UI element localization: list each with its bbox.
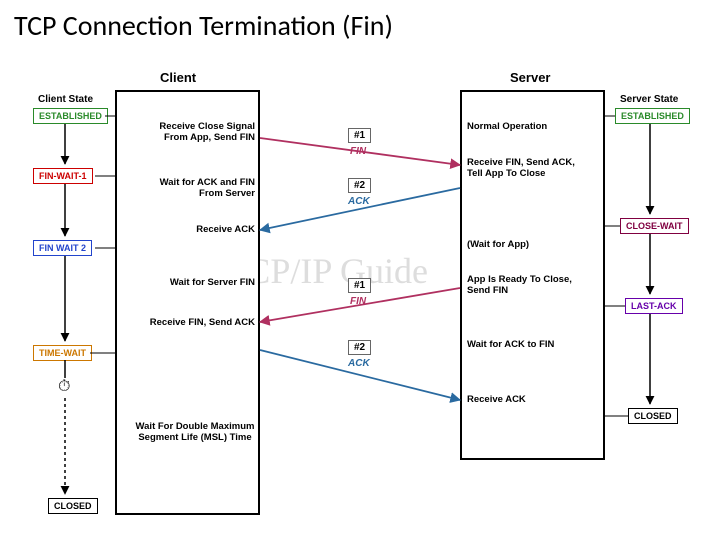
client-evt-2: Wait for ACK and FIN From Server: [135, 178, 255, 200]
clock-icon: ⏱: [58, 378, 70, 396]
client-evt-6: Wait For Double Maximum Segment Life (MS…: [135, 422, 255, 444]
client-state-timewait: TIME-WAIT: [33, 345, 92, 361]
server-evt-5: Wait for ACK to FIN: [467, 340, 587, 351]
client-header: Client: [160, 70, 196, 85]
server-state-lastack: LAST-ACK: [625, 298, 683, 314]
msg4-type: ACK: [348, 358, 370, 369]
msg4-label: #2: [348, 340, 371, 355]
client-state-closed: CLOSED: [48, 498, 98, 514]
client-box: [115, 90, 260, 515]
server-state-closed: CLOSED: [628, 408, 678, 424]
msg3-type: FIN: [350, 296, 366, 307]
client-state-established: ESTABLISHED: [33, 108, 108, 124]
server-evt-6: Receive ACK: [467, 395, 587, 406]
client-state-finwait2: FIN WAIT 2: [33, 240, 92, 256]
server-evt-3: (Wait for App): [467, 240, 587, 251]
server-state-closewait: CLOSE-WAIT: [620, 218, 689, 234]
server-state-header: Server State: [620, 94, 678, 105]
client-evt-4: Wait for Server FIN: [135, 278, 255, 289]
client-state-finwait1: FIN-WAIT-1: [33, 168, 93, 184]
msg3-label: #1: [348, 278, 371, 293]
msg2-type: ACK: [348, 196, 370, 207]
server-evt-1: Normal Operation: [467, 122, 587, 133]
server-state-established: ESTABLISHED: [615, 108, 690, 124]
client-evt-1: Receive Close Signal From App, Send FIN: [135, 122, 255, 144]
client-state-header: Client State: [38, 94, 93, 105]
server-header: Server: [510, 70, 550, 85]
tcp-termination-diagram: The TCP/IP Guide Client Server Client St…: [30, 60, 690, 520]
msg1-type: FIN: [350, 146, 366, 157]
client-evt-5: Receive FIN, Send ACK: [135, 318, 255, 329]
msg1-label: #1: [348, 128, 371, 143]
msg2-label: #2: [348, 178, 371, 193]
server-evt-2: Receive FIN, Send ACK, Tell App To Close: [467, 158, 587, 180]
page-title: TCP Connection Termination (Fin): [0, 0, 720, 47]
client-evt-3: Receive ACK: [135, 225, 255, 236]
server-evt-4: App Is Ready To Close, Send FIN: [467, 275, 587, 297]
